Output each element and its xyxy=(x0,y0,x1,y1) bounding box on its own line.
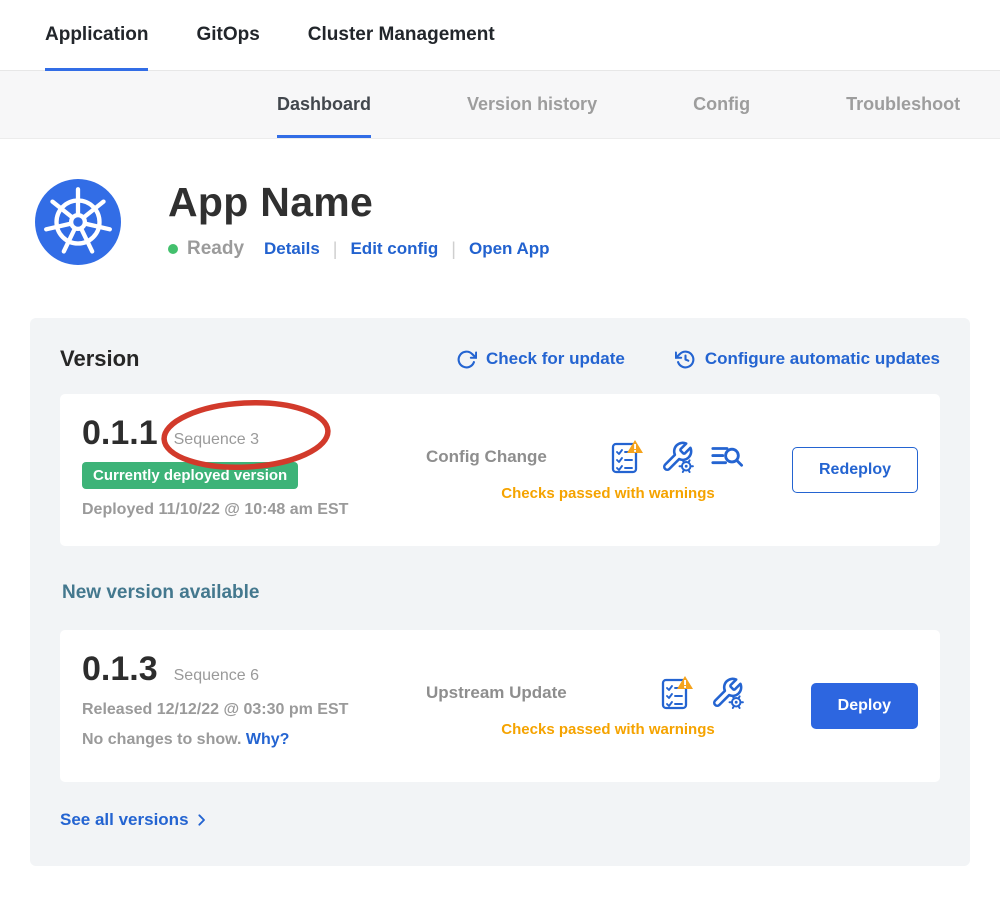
current-version-detail: Config Change xyxy=(412,414,918,526)
tab-label: GitOps xyxy=(196,24,259,46)
preflight-logs-icon[interactable] xyxy=(710,440,744,474)
check-for-update-button[interactable]: Check for update xyxy=(456,349,625,370)
new-version-number: 0.1.3 xyxy=(82,650,158,689)
subtab-dashboard[interactable]: Dashboard xyxy=(277,71,371,138)
checks-status-text: Checks passed with warnings xyxy=(412,721,744,738)
released-timestamp: Released 12/12/22 @ 03:30 pm EST xyxy=(82,701,412,719)
app-sub-nav: Dashboard Version history Config Trouble… xyxy=(0,71,1000,139)
version-line: 0.1.1 Sequence 3 xyxy=(82,414,412,453)
see-all-versions-label: See all versions xyxy=(60,810,189,830)
see-all-versions-link[interactable]: See all versions xyxy=(60,810,210,830)
page-title: App Name xyxy=(168,179,550,226)
subtab-label: Config xyxy=(693,94,750,115)
tab-gitops[interactable]: GitOps xyxy=(196,0,259,70)
redeploy-button[interactable]: Redeploy xyxy=(792,447,918,493)
auto-update-icon xyxy=(675,349,696,370)
subtab-troubleshoot[interactable]: Troubleshoot xyxy=(846,71,960,138)
change-type-label: Upstream Update xyxy=(412,683,634,703)
tab-cluster-management[interactable]: Cluster Management xyxy=(308,0,495,70)
current-version-sequence: Sequence 3 xyxy=(174,431,259,449)
new-version-sequence: Sequence 6 xyxy=(174,667,259,685)
current-version-info: 0.1.1 Sequence 3 Currently deployed vers… xyxy=(82,414,412,526)
refresh-icon xyxy=(456,349,477,370)
status-text: Ready xyxy=(187,238,244,260)
version-card-title: Version xyxy=(60,346,139,372)
checks-warning-icon[interactable] xyxy=(658,675,694,711)
no-changes-label: No changes to show. xyxy=(82,731,241,748)
open-app-link[interactable]: Open App xyxy=(469,239,550,259)
app-info: App Name Ready Details | Edit config | O… xyxy=(168,179,550,260)
tab-application[interactable]: Application xyxy=(45,0,148,70)
config-tools-icon[interactable] xyxy=(660,440,694,474)
tab-label: Application xyxy=(45,24,148,46)
new-version-info: 0.1.3 Sequence 6 Released 12/12/22 @ 03:… xyxy=(82,650,412,762)
version-line: 0.1.3 Sequence 6 xyxy=(82,650,412,689)
checks-warning-icon[interactable] xyxy=(608,439,644,475)
ready-status-dot xyxy=(168,244,178,254)
current-version-box: 0.1.1 Sequence 3 Currently deployed vers… xyxy=(60,394,940,546)
deployed-timestamp: Deployed 11/10/22 @ 10:48 am EST xyxy=(82,501,412,519)
configure-automatic-updates-button[interactable]: Configure automatic updates xyxy=(675,349,940,370)
version-card-actions: Check for update Configure automatic upd… xyxy=(456,349,940,370)
version-card: Version Check for update Configure autom… xyxy=(30,318,970,866)
details-link[interactable]: Details xyxy=(264,239,320,259)
no-changes-text: No changes to show. Why? xyxy=(82,731,412,749)
new-version-box: 0.1.3 Sequence 6 Released 12/12/22 @ 03:… xyxy=(60,630,940,782)
currently-deployed-badge: Currently deployed version xyxy=(82,462,298,489)
status-row: Ready Details | Edit config | Open App xyxy=(168,238,550,260)
edit-config-link[interactable]: Edit config xyxy=(350,239,438,259)
chevron-right-icon xyxy=(194,812,210,828)
checks-status-text: Checks passed with warnings xyxy=(412,485,744,502)
app-header: App Name Ready Details | Edit config | O… xyxy=(0,139,1000,318)
config-tools-icon[interactable] xyxy=(710,676,744,710)
why-link[interactable]: Why? xyxy=(246,731,290,748)
check-for-update-label: Check for update xyxy=(486,349,625,369)
subtab-label: Version history xyxy=(467,94,597,115)
change-type-label: Config Change xyxy=(412,447,584,467)
separator: | xyxy=(333,239,338,260)
version-card-header: Version Check for update Configure autom… xyxy=(60,346,940,372)
subtab-label: Troubleshoot xyxy=(846,94,960,115)
deploy-button[interactable]: Deploy xyxy=(811,683,918,729)
kubernetes-logo xyxy=(35,179,121,265)
new-version-heading: New version available xyxy=(62,582,940,604)
new-version-detail: Upstream Update xyxy=(412,650,918,762)
check-icons-row xyxy=(658,675,744,711)
configure-automatic-updates-label: Configure automatic updates xyxy=(705,349,940,369)
subtab-config[interactable]: Config xyxy=(693,71,750,138)
subtab-version-history[interactable]: Version history xyxy=(467,71,597,138)
tab-label: Cluster Management xyxy=(308,24,495,46)
top-nav: Application GitOps Cluster Management xyxy=(0,0,1000,71)
separator: | xyxy=(451,239,456,260)
current-version-number: 0.1.1 xyxy=(82,414,158,453)
check-icons-row xyxy=(608,439,744,475)
subtab-label: Dashboard xyxy=(277,94,371,115)
